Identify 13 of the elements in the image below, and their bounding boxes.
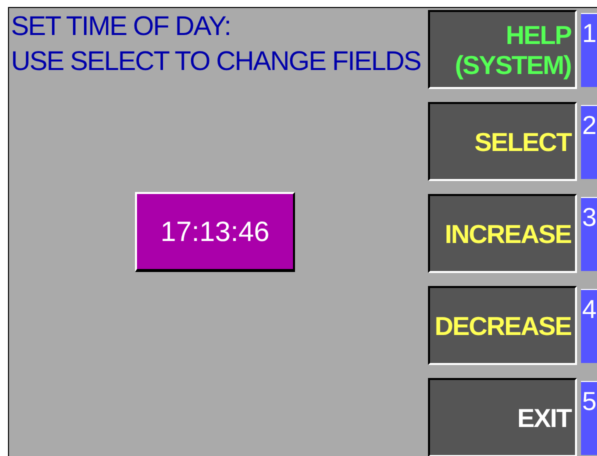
softkey-number: 3 xyxy=(581,197,597,271)
time-field[interactable]: 17:13:46 xyxy=(135,192,295,272)
softkey-number: 1 xyxy=(581,13,597,87)
softkey-button[interactable]: HELP (SYSTEM) xyxy=(428,10,578,89)
softkey-number: 4 xyxy=(581,289,597,363)
instruction-text: USE SELECT TO CHANGE FIELDS xyxy=(10,45,421,78)
softkey-button[interactable]: INCREASE xyxy=(428,194,578,273)
instruction-text: SET TIME OF DAY: xyxy=(10,10,231,43)
softkey-button[interactable]: DECREASE xyxy=(428,286,578,365)
softkey-number: 2 xyxy=(581,105,597,179)
softkey-number: 5 xyxy=(581,381,597,455)
softkey-button[interactable]: SELECT xyxy=(428,102,578,181)
softkey-button[interactable]: EXIT xyxy=(428,378,578,456)
